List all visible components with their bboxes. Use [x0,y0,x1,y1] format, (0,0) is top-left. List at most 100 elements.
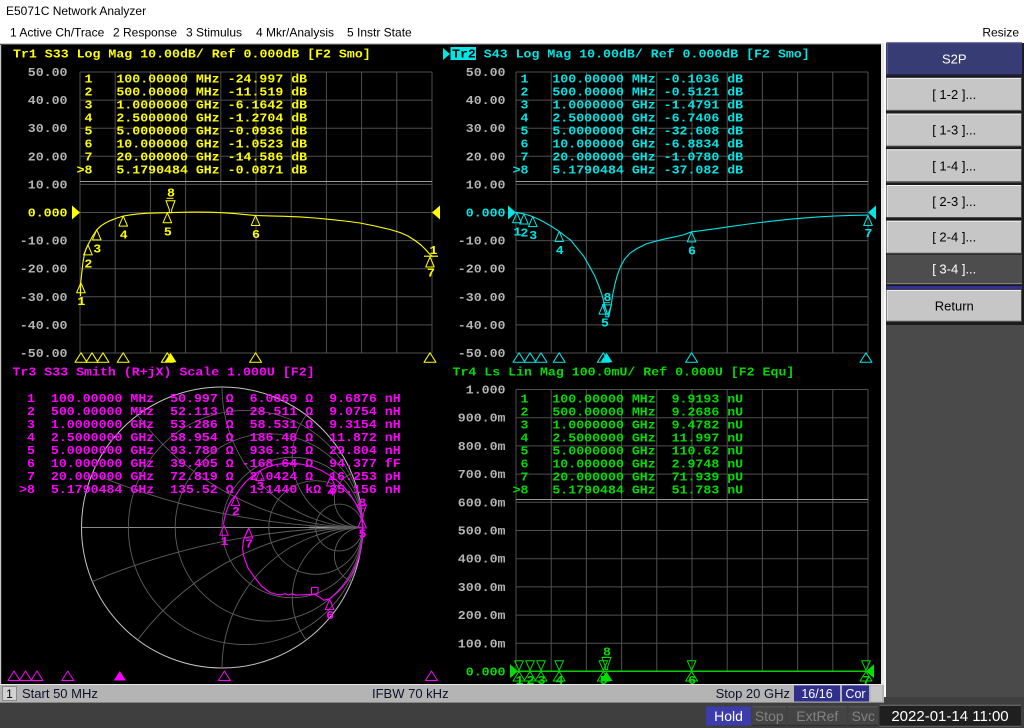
svg-text:1 100.00000 MHz -24.997 dB: 1 100.00000 MHz -24.997 dB [77,74,308,87]
svg-text:6: 6 [326,610,334,623]
svg-text:3: 3 [529,230,537,243]
svg-text:10.00: 10.00 [28,179,68,192]
svg-text:7: 7 [865,228,873,241]
svg-text:Return: Return [935,298,974,313]
svg-text:-30.00: -30.00 [458,292,506,305]
svg-text:Tr3 S33 Smith (R+jX) Scale 1.0: Tr3 S33 Smith (R+jX) Scale 1.000U [F2] [13,367,315,380]
svg-text:3: 3 [93,243,101,256]
svg-text:4 2.5000000 GHz -6.7406 dB: 4 2.5000000 GHz -6.7406 dB [513,113,744,126]
svg-text:5 5.0000000 GHz 93.780 Ω 93: 5 5.0000000 GHz 93.780 Ω 936.33 Ω 29.804… [19,445,401,458]
svg-text:30.00: 30.00 [466,123,506,136]
svg-text:Tr4 Ls Lin Mag 100.0mU/ Ref 0.: Tr4 Ls Lin Mag 100.0mU/ Ref 0.000U [F2 E… [453,367,795,380]
svg-text:[ 2-3 ]...: [ 2-3 ]... [932,194,976,209]
svg-text:5: 5 [164,226,172,239]
svg-text:3 1.0000000 GHz 53.286 Ω 58: 3 1.0000000 GHz 53.286 Ω 58.531 Ω 9.3154… [19,419,401,432]
svg-text:-50.00: -50.00 [20,348,68,361]
svg-text:5: 5 [359,529,367,542]
svg-text:7 20.000000 GHz 72.819 Ω 2.: 7 20.000000 GHz 72.819 Ω 2.0424 Ω 16.253… [19,471,401,484]
svg-text:7 20.000000 GHz 71.939 pU: 7 20.000000 GHz 71.939 pU [513,472,744,485]
svg-text:-10.00: -10.00 [458,236,506,249]
svg-text:-50.00: -50.00 [458,348,506,361]
svg-text:5 Instr State: 5 Instr State [347,26,412,40]
svg-text:>8 5.1790484 GHz -0.0871 dB: >8 5.1790484 GHz -0.0871 dB [77,165,308,178]
svg-text:1: 1 [221,536,229,549]
svg-text:700.0m: 700.0m [458,469,506,482]
svg-text:7 20.000000 GHz -14.586 dB: 7 20.000000 GHz -14.586 dB [77,152,308,165]
svg-text:6: 6 [688,245,696,258]
svg-text:S43 Log Mag 10.00dB/ Ref 0.000: S43 Log Mag 10.00dB/ Ref 0.000dB [F2 Smo… [484,49,810,62]
svg-text:30.00: 30.00 [28,123,68,136]
svg-text:2 500.00000 MHz 52.113 Ω 28: 2 500.00000 MHz 52.113 Ω 28.511 Ω 9.0754… [19,406,401,419]
svg-text:-40.00: -40.00 [20,320,68,333]
svg-text:3 Stimulus: 3 Stimulus [186,26,242,40]
svg-text:1 Active Ch/Trace: 1 Active Ch/Trace [10,26,105,40]
svg-text:5 5.0000000 GHz -32.608 dB: 5 5.0000000 GHz -32.608 dB [513,126,744,139]
svg-text:7 20.000000 GHz -1.0780 dB: 7 20.000000 GHz -1.0780 dB [513,152,744,165]
svg-text:20.00: 20.00 [466,151,506,164]
svg-text:6 10.000000 GHz -1.0523 dB: 6 10.000000 GHz -1.0523 dB [77,139,308,152]
svg-text:2 500.00000 MHz 9.2686 nU: 2 500.00000 MHz 9.2686 nU [513,407,744,420]
svg-text:0.000: 0.000 [466,208,506,221]
svg-text:4 Mkr/Analysis: 4 Mkr/Analysis [256,26,334,40]
svg-text:1 100.00000 MHz 50.997 Ω 6.: 1 100.00000 MHz 50.997 Ω 6.0869 Ω 9.6876… [19,393,401,406]
svg-text:Stop 20 GHz: Stop 20 GHz [716,686,790,701]
svg-text:500.0m: 500.0m [458,526,506,539]
svg-text:2: 2 [520,227,528,240]
svg-text:3 1.0000000 GHz -6.1642 dB: 3 1.0000000 GHz -6.1642 dB [77,100,308,113]
svg-text:1.000: 1.000 [466,385,506,398]
svg-text:4: 4 [556,245,564,258]
svg-text:1 100.00000 MHz -0.1036 dB: 1 100.00000 MHz -0.1036 dB [513,74,744,87]
svg-text:2: 2 [84,258,92,271]
svg-text:1: 1 [516,675,524,688]
svg-text:100.0m: 100.0m [458,638,506,651]
svg-text:IFBW 70 kHz: IFBW 70 kHz [372,686,449,701]
svg-text:2 500.00000 MHz -0.5121 dB: 2 500.00000 MHz -0.5121 dB [513,87,744,100]
svg-text:200.0m: 200.0m [458,610,506,623]
svg-text:Resize: Resize [982,26,1019,40]
svg-text:S2P: S2P [942,51,967,66]
svg-text:4 2.5000000 GHz 11.997 nU: 4 2.5000000 GHz 11.997 nU [513,433,744,446]
svg-text:4: 4 [120,230,128,243]
svg-text:E5071C Network Analyzer: E5071C Network Analyzer [6,4,146,18]
svg-text:6 10.000000 GHz -6.8834 dB: 6 10.000000 GHz -6.8834 dB [513,139,744,152]
svg-text:6 10.000000 GHz 2.9748 nU: 6 10.000000 GHz 2.9748 nU [513,459,744,472]
svg-text:3 1.0000000 GHz 9.4782 nU: 3 1.0000000 GHz 9.4782 nU [513,420,744,433]
svg-text:40.00: 40.00 [466,95,506,108]
svg-text:2: 2 [232,506,240,519]
svg-text:800.0m: 800.0m [458,441,506,454]
svg-text:50.00: 50.00 [466,67,506,80]
svg-text:[ 1-2 ]...: [ 1-2 ]... [932,87,976,102]
svg-text:[ 1-3 ]...: [ 1-3 ]... [932,123,976,138]
svg-text:6: 6 [688,675,696,688]
svg-text:[ 1-4 ]...: [ 1-4 ]... [932,158,976,173]
svg-text:ExtRef: ExtRef [796,708,838,724]
svg-text:Cor: Cor [845,687,865,701]
svg-text:5: 5 [601,318,609,331]
svg-text:4 2.5000000 GHz -1.2704 dB: 4 2.5000000 GHz -1.2704 dB [77,113,308,126]
svg-text:20.00: 20.00 [28,151,68,164]
svg-text:>8 5.1790484 GHz 135.52 Ω 1: >8 5.1790484 GHz 135.52 Ω 1.1440 kΩ 35.1… [19,484,401,497]
svg-text:[ 2-4 ]...: [ 2-4 ]... [932,230,976,245]
svg-text:0.000: 0.000 [466,667,506,680]
svg-text:6 10.000000 GHz 39.405 Ω -16: 6 10.000000 GHz 39.405 Ω -168.64 Ω 94.37… [19,458,401,471]
svg-text:2 500.00000 MHz -11.519 dB: 2 500.00000 MHz -11.519 dB [77,87,308,100]
svg-text:3 1.0000000 GHz -1.4791 dB: 3 1.0000000 GHz -1.4791 dB [513,100,744,113]
svg-text:>8 5.1790484 GHz 51.783 nU: >8 5.1790484 GHz 51.783 nU [513,485,744,498]
svg-text:4 2.5000000 GHz 58.954 Ω 18: 4 2.5000000 GHz 58.954 Ω 186.48 Ω 11.872… [19,432,401,445]
svg-text:-40.00: -40.00 [458,320,506,333]
svg-text:5 5.0000000 GHz 110.62 nU: 5 5.0000000 GHz 110.62 nU [513,446,744,459]
svg-text:0.000: 0.000 [28,208,68,221]
svg-text:40.00: 40.00 [28,95,68,108]
svg-text:Tr1 S33 Log Mag 10.00dB/ Ref 0: Tr1 S33 Log Mag 10.00dB/ Ref 0.000dB [F2… [13,49,371,62]
svg-text:50.00: 50.00 [28,67,68,80]
svg-text:-30.00: -30.00 [20,292,68,305]
svg-text:2 Response: 2 Response [113,26,177,40]
svg-text:900.0m: 900.0m [458,413,506,426]
svg-text:Stop: Stop [755,708,784,724]
svg-text:4: 4 [556,675,564,688]
svg-text:[ 3-4 ]...: [ 3-4 ]... [932,261,976,276]
svg-text:7: 7 [245,539,253,552]
svg-text:6: 6 [252,229,260,242]
svg-text:7: 7 [427,268,435,281]
svg-text:1: 1 [430,245,438,258]
